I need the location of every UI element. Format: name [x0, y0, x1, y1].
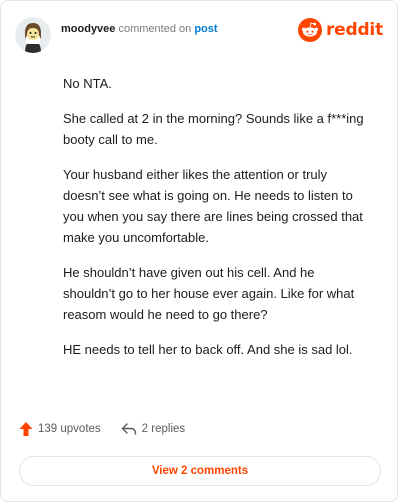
- reply-arrow-icon: [121, 423, 136, 435]
- avatar-icon: [15, 17, 51, 53]
- upvote-count: 139 upvotes: [38, 423, 101, 435]
- comment-footer: 139 upvotes 2 replies: [19, 421, 185, 437]
- upvote-arrow-icon: [19, 422, 33, 436]
- reply-count: 2 replies: [141, 423, 186, 435]
- action-text: commented on: [118, 23, 192, 35]
- upvote-button[interactable]: 139 upvotes: [19, 421, 101, 437]
- username-link[interactable]: moodyvee: [61, 23, 115, 35]
- view-comments-button[interactable]: View 2 comments: [19, 456, 381, 486]
- comment-meta: moodyvee commented on post: [61, 22, 218, 36]
- replies-button[interactable]: 2 replies: [121, 422, 185, 436]
- comment-paragraph: He shouldn’t have given out his cell. An…: [63, 265, 355, 322]
- comment-paragraph: Your husband either likes the attention …: [63, 167, 363, 245]
- comment-paragraph: HE needs to tell her to back off. And sh…: [63, 342, 353, 357]
- brand-logo[interactable]: reddit: [297, 18, 383, 42]
- comment-paragraph: No NTA.: [63, 76, 112, 91]
- avatar[interactable]: [15, 17, 51, 53]
- comment-card: moodyvee commented on post reddit No NTA…: [0, 0, 398, 502]
- comment-paragraph: She called at 2 in the morning? Sounds l…: [63, 111, 364, 147]
- brand-wordmark: reddit: [325, 20, 383, 40]
- reddit-logo-icon: [297, 18, 322, 42]
- comment-body: No NTA. She called at 2 in the morning? …: [63, 73, 367, 374]
- post-link[interactable]: post: [194, 23, 217, 35]
- comment-header: moodyvee commented on post reddit: [15, 15, 383, 55]
